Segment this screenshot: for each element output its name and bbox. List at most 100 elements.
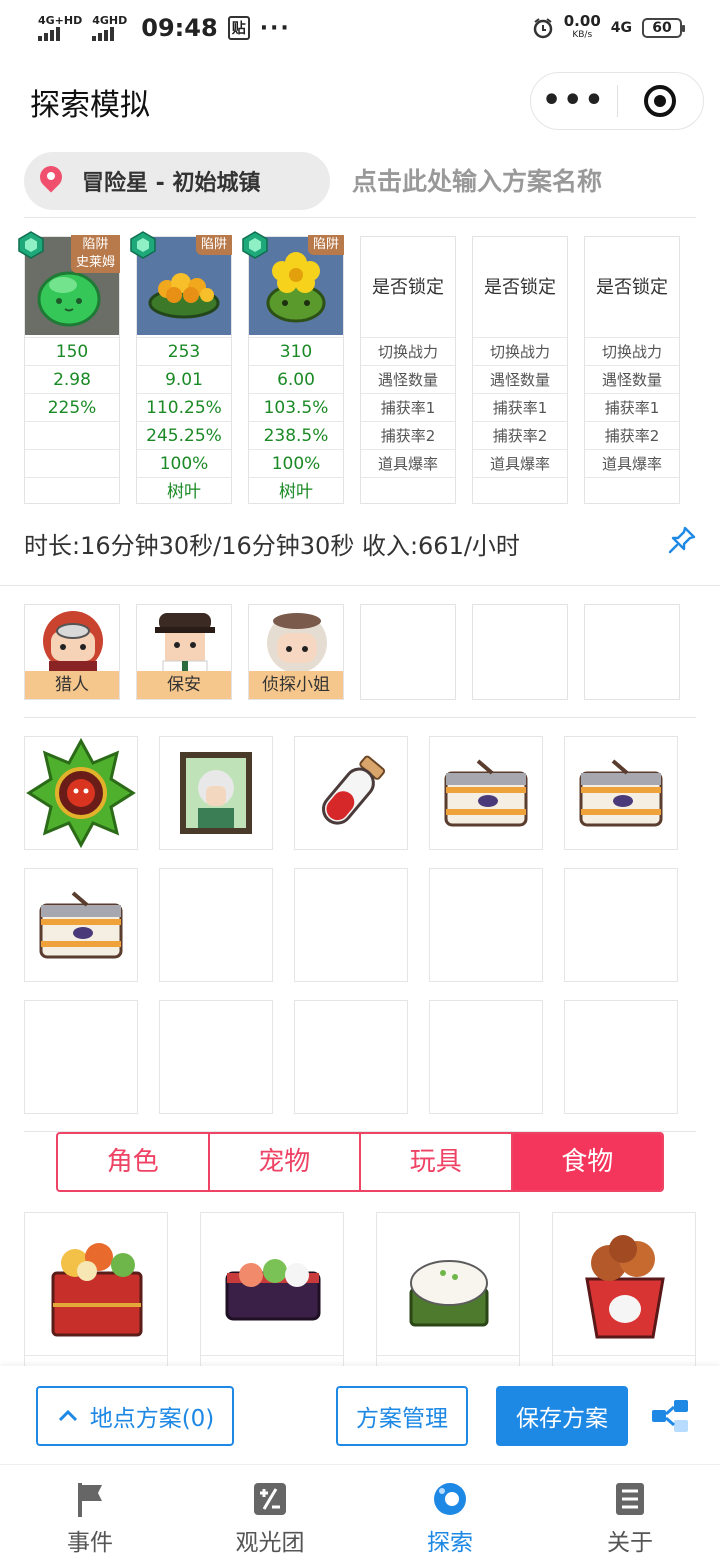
status-bar: 4G+HD 4GHD 09:48 贴 ··· 0.00 KB/s 4G 60 <box>0 0 720 56</box>
signal-bars-icon <box>92 27 127 41</box>
empty-item-slot[interactable] <box>429 1000 543 1114</box>
tabbar-events[interactable]: 事件 <box>0 1465 180 1560</box>
team-member-detective[interactable]: 侦探小姐 <box>248 604 344 700</box>
location-plans-button[interactable]: 地点方案(0) <box>36 1386 234 1446</box>
empty-item-slot[interactable] <box>429 868 543 982</box>
empty-item-slot[interactable] <box>159 868 273 982</box>
net-speed: 0.00 KB/s <box>563 12 601 41</box>
empty-team-slot[interactable] <box>472 604 568 700</box>
trap-badge: 陷阱 史莱姆 <box>70 235 120 273</box>
location-name: 冒险星 - 初始城镇 <box>82 171 261 196</box>
app-screen: 4G+HD 4GHD 09:48 贴 ··· 0.00 KB/s 4G 60 探… <box>0 0 720 1560</box>
empty-item-slot[interactable] <box>294 868 408 982</box>
empty-item-slot[interactable] <box>564 1000 678 1114</box>
stat-label: 道具爆率 <box>585 449 679 477</box>
tab-characters[interactable]: 角色 <box>58 1134 210 1190</box>
fish-can-icon <box>39 891 123 959</box>
empty-item-slot[interactable] <box>24 1000 138 1114</box>
pet-card-flower[interactable]: 陷阱 310 6.00 103.5% 238.5% 100% 树叶 <box>242 231 344 505</box>
pet-stat: 310 <box>249 337 343 365</box>
empty-team-slot[interactable] <box>360 604 456 700</box>
small-bento-icon <box>409 1260 489 1327</box>
pet-stat: 103.5% <box>249 393 343 421</box>
stat-label: 捕获率2 <box>473 421 567 449</box>
food-card[interactable]: 大便当 <box>200 1212 344 1382</box>
close-miniprogram-button[interactable] <box>618 85 704 117</box>
stat-label: 切换战力 <box>361 337 455 365</box>
save-plan-button[interactable]: 保存方案 <box>496 1386 628 1446</box>
deluxe-bento-icon <box>51 1243 143 1337</box>
tab-pets[interactable]: 宠物 <box>210 1134 361 1190</box>
lock-toggle[interactable]: 是否锁定 <box>473 237 567 335</box>
chevron-up-icon <box>58 1409 77 1422</box>
stat-label <box>473 477 567 505</box>
item-slot-fish-can[interactable] <box>564 736 678 850</box>
calculator-icon <box>254 1483 286 1515</box>
battery-icon: 60 <box>642 18 685 38</box>
more-menu-button[interactable]: ••• <box>531 86 617 116</box>
tabbar-tour[interactable]: 观光团 <box>180 1465 360 1560</box>
empty-item-slot[interactable] <box>159 1000 273 1114</box>
food-card[interactable]: 豪华便当 <box>24 1212 168 1382</box>
share-icon[interactable] <box>650 1398 690 1434</box>
hunter-avatar <box>43 611 103 675</box>
pet-stat: 150 <box>25 337 119 365</box>
pet-stat: 2.98 <box>25 365 119 393</box>
empty-team-slot[interactable] <box>584 604 680 700</box>
gem-icon <box>130 231 156 259</box>
tabbar-explore[interactable]: 探索 <box>360 1465 540 1560</box>
item-slot-portrait[interactable] <box>159 736 273 850</box>
team-member-label: 保安 <box>137 671 231 699</box>
stat-label: 道具爆率 <box>361 449 455 477</box>
stat-label: 捕获率2 <box>361 421 455 449</box>
stat-label <box>585 477 679 505</box>
pin-icon[interactable] <box>668 526 696 554</box>
trap-badge: 陷阱 <box>195 235 232 255</box>
more-notifications-icon: ··· <box>259 15 291 41</box>
tabbar-about[interactable]: 关于 <box>540 1465 720 1560</box>
title-bar: 探索模拟 ••• <box>0 62 720 138</box>
notification-icon: 贴 <box>227 16 250 40</box>
empty-item-slot[interactable] <box>294 1000 408 1114</box>
pet-card-bush[interactable]: 陷阱 253 9.01 110.25% 245.25% 100% 树叶 <box>130 231 232 504</box>
empty-pet-slot[interactable]: 是否锁定 切换战力 遇怪数量 捕获率1 捕获率2 道具爆率 <box>584 236 680 504</box>
manage-plans-button[interactable]: 方案管理 <box>336 1386 468 1446</box>
stat-label: 捕获率1 <box>585 393 679 421</box>
network-type: 4G <box>610 20 632 36</box>
stat-label: 遇怪数量 <box>361 365 455 393</box>
pet-stat: 110.25% <box>137 393 231 421</box>
empty-pet-slot[interactable]: 是否锁定 切换战力 遇怪数量 捕获率1 捕获率2 道具爆率 <box>360 236 456 504</box>
pet-stat: 225% <box>25 393 119 421</box>
fish-can-icon <box>444 759 528 827</box>
team-member-hunter[interactable]: 猎人 <box>24 604 120 700</box>
pet-stat: 100% <box>137 449 231 477</box>
food-card[interactable]: 小便当 <box>376 1212 520 1382</box>
location-selector[interactable]: 冒险星 - 初始城镇 <box>24 152 330 210</box>
lock-toggle[interactable]: 是否锁定 <box>585 237 679 335</box>
lock-toggle[interactable]: 是否锁定 <box>361 237 455 335</box>
plan-name-input[interactable]: 点击此处输入方案名称 <box>352 162 602 198</box>
empty-pet-slot[interactable]: 是否锁定 切换战力 遇怪数量 捕获率1 捕获率2 道具爆率 <box>472 236 568 504</box>
pet-stat: 100% <box>249 449 343 477</box>
item-slot-fish-can[interactable] <box>429 736 543 850</box>
pet-stat: 245.25% <box>137 421 231 449</box>
divider <box>0 585 720 586</box>
pet-card-slime[interactable]: 陷阱 史莱姆 150 2.98 225% <box>18 231 120 504</box>
miniprogram-capsule: ••• <box>530 72 704 130</box>
pet-stat <box>25 449 119 477</box>
stat-label: 捕获率1 <box>473 393 567 421</box>
item-slot-badge[interactable] <box>24 736 138 850</box>
item-slot-potion[interactable] <box>294 736 408 850</box>
detective-avatar <box>267 613 327 673</box>
tab-toys[interactable]: 玩具 <box>361 1134 513 1190</box>
tab-food[interactable]: 食物 <box>512 1134 662 1190</box>
pet-stat: 253 <box>137 337 231 365</box>
team-member-guard[interactable]: 保安 <box>136 604 232 700</box>
big-bento-icon <box>225 1259 321 1321</box>
food-card[interactable]: 全家桶 <box>552 1212 696 1382</box>
alarm-icon <box>533 18 552 39</box>
item-slot-fish-can[interactable] <box>24 868 138 982</box>
pet-stat: 树叶 <box>249 477 343 505</box>
stat-label: 道具爆率 <box>473 449 567 477</box>
empty-item-slot[interactable] <box>564 868 678 982</box>
